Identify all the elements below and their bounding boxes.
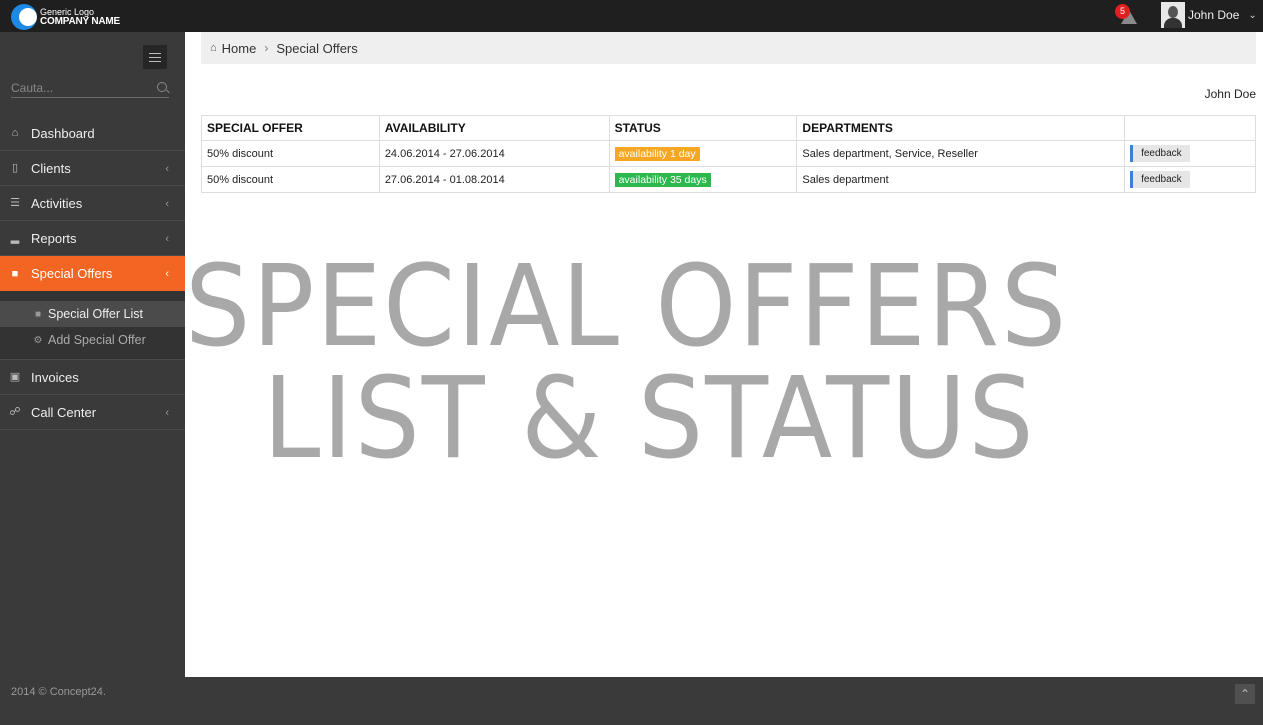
column-header bbox=[1124, 115, 1256, 141]
sidebar-item-invoices[interactable]: ▣ Invoices bbox=[0, 360, 185, 395]
table-row: 50% discount 27.06.2014 - 01.08.2014 ava… bbox=[201, 166, 1256, 193]
sidebar-item-dashboard[interactable]: ⌂ Dashboard bbox=[0, 116, 185, 151]
offer-cell: 50% discount bbox=[201, 140, 380, 167]
status-badge: availability 1 day bbox=[614, 146, 700, 161]
sidebar-item-call-center[interactable]: ☍ Call Center ‹ bbox=[0, 395, 185, 430]
sidebar-item-special-offers[interactable]: ■ Special Offers ‹ bbox=[0, 256, 193, 291]
notifications-button[interactable]: 5 bbox=[1115, 4, 1139, 26]
company-logo[interactable]: Generic Logo COMPANY NAME bbox=[11, 4, 120, 30]
search-icon[interactable] bbox=[157, 82, 167, 92]
logo-line2: COMPANY NAME bbox=[40, 16, 121, 27]
footer: 2014 © Concept24. ⌃ bbox=[0, 677, 1263, 725]
departments-cell: Sales department, Service, Reseller bbox=[796, 140, 1126, 167]
submenu-item-add-special-offer[interactable]: ⚙ Add Special Offer bbox=[0, 327, 185, 353]
chevron-left-icon: ‹ bbox=[165, 268, 169, 280]
sidebar-item-reports[interactable]: ▂ Reports ‹ bbox=[0, 221, 185, 256]
search-box[interactable]: Cauta... bbox=[11, 80, 169, 98]
footer-copyright: 2014 © Concept24. bbox=[11, 686, 106, 698]
breadcrumb-current: Special Offers bbox=[276, 40, 358, 56]
sidebar-item-activities[interactable]: ☰ Activities ‹ bbox=[0, 186, 185, 221]
submenu-item-label: Add Special Offer bbox=[48, 333, 146, 347]
chevron-left-icon: ‹ bbox=[165, 407, 169, 419]
headset-icon: ☍ bbox=[9, 406, 21, 418]
user-menu[interactable]: John Doe ⌄ bbox=[1161, 2, 1257, 28]
feedback-button[interactable]: feedback bbox=[1130, 171, 1190, 188]
table-header-row: SPECIAL OFFER AVAILABILITY STATUS DEPART… bbox=[201, 115, 1256, 141]
money-icon: ▣ bbox=[9, 371, 21, 383]
status-badge: availability 35 days bbox=[614, 172, 711, 187]
column-header[interactable]: AVAILABILITY bbox=[378, 115, 610, 141]
search-input[interactable]: Cauta... bbox=[11, 80, 169, 96]
chevron-left-icon: ‹ bbox=[165, 233, 169, 245]
sidebar-item-label: Clients bbox=[31, 160, 71, 176]
sidebar-nav: ⌂ Dashboard ▯ Clients ‹ ☰ Activities ‹ ▂… bbox=[0, 116, 193, 430]
notification-count-badge: 5 bbox=[1115, 4, 1130, 19]
action-cell: feedback bbox=[1124, 166, 1256, 193]
cogs-icon: ⚙ bbox=[33, 334, 43, 346]
sidebar-item-label: Invoices bbox=[31, 369, 79, 385]
feedback-button[interactable]: feedback bbox=[1130, 145, 1190, 162]
avatar bbox=[1161, 2, 1185, 28]
column-header[interactable]: STATUS bbox=[608, 115, 798, 141]
sidebar-item-label: Special Offers bbox=[31, 266, 113, 281]
gift-icon: ■ bbox=[34, 308, 42, 320]
departments-cell: Sales department bbox=[796, 166, 1126, 193]
home-icon: ⌂ bbox=[11, 127, 19, 139]
action-cell: feedback bbox=[1124, 140, 1256, 167]
breadcrumb: ⌂ Home › Special Offers bbox=[201, 32, 1256, 64]
status-cell: availability 1 day bbox=[608, 140, 798, 167]
list-icon: ☰ bbox=[10, 197, 20, 209]
breadcrumb-home-link[interactable]: Home bbox=[222, 41, 257, 56]
home-icon[interactable]: ⌂ bbox=[210, 42, 217, 54]
table-row: 50% discount 24.06.2014 - 27.06.2014 ava… bbox=[201, 140, 1256, 167]
chevron-right-icon: › bbox=[264, 41, 269, 55]
availability-cell: 24.06.2014 - 27.06.2014 bbox=[378, 140, 610, 167]
special-offers-table: SPECIAL OFFER AVAILABILITY STATUS DEPART… bbox=[201, 115, 1256, 193]
menu-toggle-button[interactable] bbox=[143, 45, 167, 69]
submenu-item-special-offer-list[interactable]: ■ Special Offer List bbox=[0, 301, 185, 327]
gift-icon: ■ bbox=[11, 267, 19, 280]
chevron-left-icon: ‹ bbox=[165, 163, 169, 175]
offer-cell: 50% discount bbox=[201, 166, 380, 193]
logo-mark bbox=[11, 4, 37, 30]
top-bar: Generic Logo COMPANY NAME 5 John Doe ⌄ bbox=[0, 0, 1263, 32]
sidebar-item-label: Call Center bbox=[31, 404, 97, 420]
status-cell: availability 35 days bbox=[608, 166, 798, 193]
submenu-item-label: Special Offer List bbox=[48, 307, 143, 321]
column-header[interactable]: DEPARTMENTS bbox=[796, 115, 1126, 141]
scroll-to-top-button[interactable]: ⌃ bbox=[1235, 684, 1255, 704]
sidebar-item-label: Reports bbox=[31, 230, 77, 246]
availability-cell: 27.06.2014 - 01.08.2014 bbox=[378, 166, 610, 193]
main-content: ⌂ Home › Special Offers John Doe SPECIAL… bbox=[185, 32, 1263, 677]
chevron-down-icon: ⌄ bbox=[1248, 9, 1257, 21]
user-name: John Doe bbox=[1188, 8, 1240, 22]
bar-chart-icon: ▂ bbox=[10, 232, 20, 244]
bookmark-icon: ▯ bbox=[11, 162, 19, 174]
sidebar-item-clients[interactable]: ▯ Clients ‹ bbox=[0, 151, 185, 186]
chevron-up-icon: ⌃ bbox=[1239, 687, 1251, 701]
sidebar-item-label: Dashboard bbox=[31, 125, 95, 141]
sidebar: Cauta... ⌂ Dashboard ▯ Clients ‹ ☰ Activ… bbox=[0, 32, 193, 677]
owner-name: John Doe bbox=[1204, 87, 1256, 101]
sidebar-item-label: Activities bbox=[31, 195, 83, 211]
chevron-left-icon: ‹ bbox=[165, 198, 169, 210]
special-offers-submenu: ■ Special Offer List ⚙ Add Special Offer bbox=[0, 291, 185, 360]
column-header[interactable]: SPECIAL OFFER bbox=[201, 115, 380, 141]
